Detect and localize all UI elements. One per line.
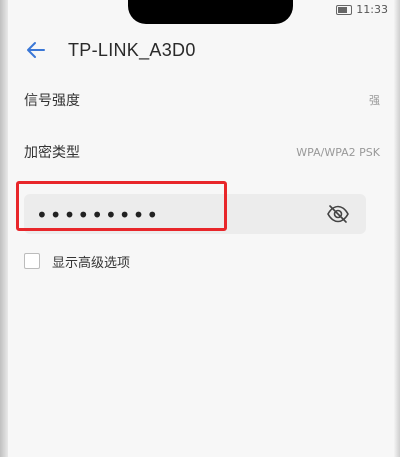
header: TP-LINK_A3D0 [8, 30, 394, 70]
back-arrow-icon[interactable] [24, 38, 48, 62]
status-time: 11:33 [356, 3, 388, 16]
eye-off-icon[interactable] [326, 202, 350, 226]
display-notch [128, 0, 293, 24]
page-title: TP-LINK_A3D0 [68, 40, 196, 60]
wifi-connect-screen: 11:33 TP-LINK_A3D0 信号强度 强 加密类型 WPA/WPA2 … [8, 0, 394, 457]
encryption-type-row: 加密类型 WPA/WPA2 PSK [24, 140, 380, 164]
encryption-type-value: WPA/WPA2 PSK [296, 145, 380, 159]
advanced-options-checkbox[interactable] [24, 253, 40, 269]
phone-frame: 11:33 TP-LINK_A3D0 信号强度 强 加密类型 WPA/WPA2 … [0, 0, 400, 457]
signal-strength-label: 信号强度 [24, 93, 80, 109]
show-advanced-options[interactable]: 显示高级选项 [24, 250, 130, 272]
battery-icon [336, 4, 353, 15]
advanced-options-label: 显示高级选项 [52, 255, 131, 271]
status-right: 11:33 [336, 3, 388, 16]
status-bar: 11:33 [8, 0, 394, 24]
encryption-type-label: 加密类型 [24, 145, 80, 161]
signal-strength-row: 信号强度 强 [24, 88, 380, 112]
password-input[interactable] [34, 198, 258, 232]
signal-strength-value: 强 [369, 94, 380, 107]
phone-bezel-left [0, 0, 8, 457]
phone-bezel-right [394, 0, 400, 457]
password-field [24, 194, 366, 234]
